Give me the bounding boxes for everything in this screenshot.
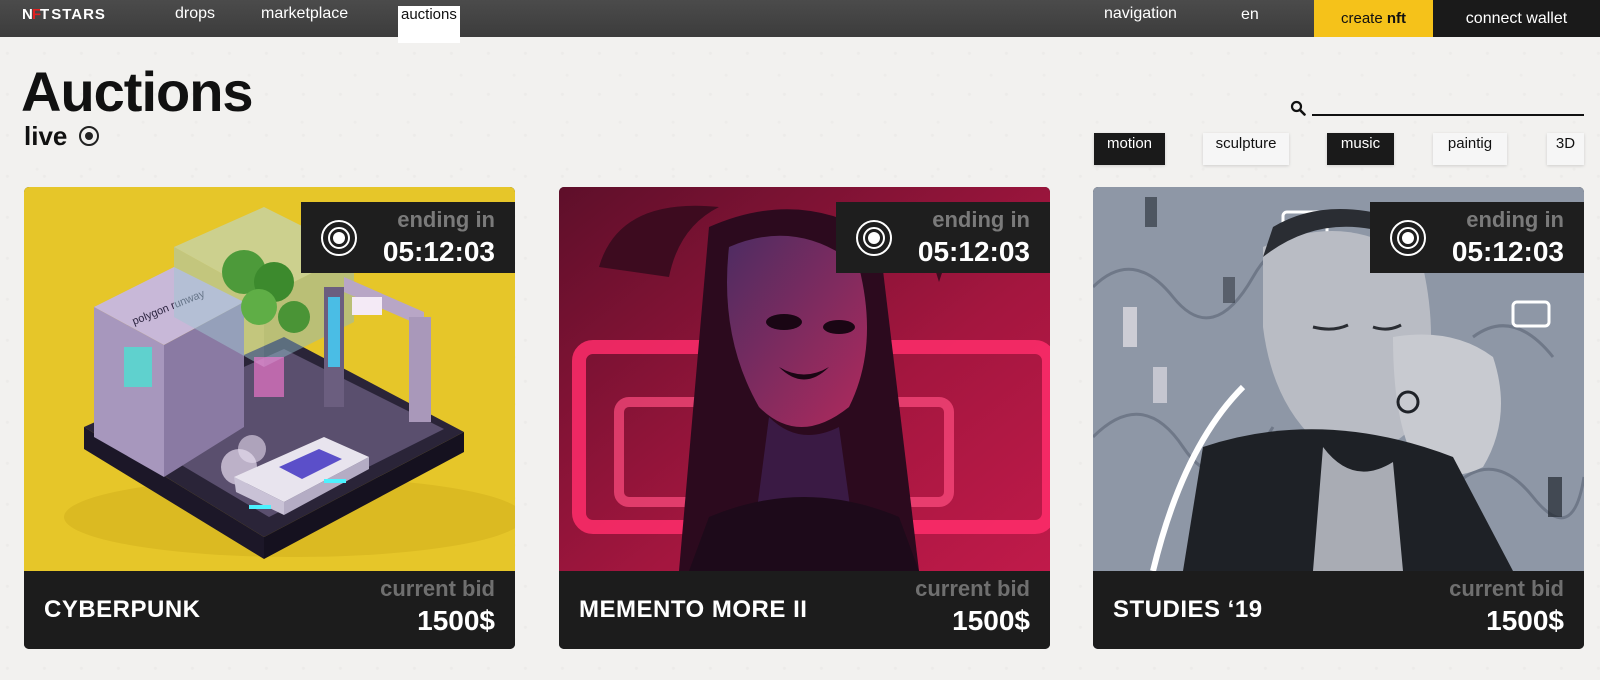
card-title: CYBERPUNK [44,596,201,623]
live-timer-icon [321,220,357,256]
bid-value: 1500$ [952,605,1030,636]
live-timer-icon [856,220,892,256]
auction-card-cyberpunk[interactable]: polygon runway ending in 05:12:03 CYBERP… [24,187,515,649]
nav-link-auctions[interactable]: auctions [398,6,460,43]
card-footer: STUDIES ‘19 current bid 1500$ [1093,571,1584,649]
connect-wallet-button[interactable]: connect wallet [1433,0,1600,37]
timer-value: 05:12:03 [917,236,1030,267]
filter-chip-paintig[interactable]: paintig [1433,133,1507,165]
top-navigation-bar: NFT STARS drops marketplace auctions nav… [0,0,1600,43]
bid-label: current bid [1449,576,1564,601]
bid-label: current bid [915,576,1030,601]
brand-logo[interactable]: NFT STARS [22,4,106,24]
filter-chip-music[interactable]: music [1327,133,1394,165]
timer-value: 05:12:03 [1451,236,1564,267]
timer-box: ending in 05:12:03 [1370,202,1584,273]
create-nft-button[interactable]: create nft [1314,0,1433,37]
auction-card-studies-19[interactable]: ending in 05:12:03 STUDIES ‘19 current b… [1093,187,1584,649]
search-icon[interactable] [1290,100,1306,116]
live-indicator-icon [79,126,100,146]
nav-link-navigation[interactable]: navigation [1104,0,1177,28]
create-nft-bold: nft [1386,9,1407,27]
brand-name: STARS [51,5,106,23]
page-title: Auctions [21,60,254,123]
timer-label: ending in [932,207,1030,232]
create-nft-prefix: create [1340,9,1383,27]
logo-mark-t: T [40,5,49,23]
live-text: live [24,121,68,151]
bid-value: 1500$ [417,605,495,636]
card-title: STUDIES ‘19 [1113,596,1263,623]
logo-mark-n: N [22,5,33,23]
language-selector[interactable]: en [1241,0,1259,30]
timer-box: ending in 05:12:03 [301,202,515,273]
card-title: MEMENTO MORE II [579,596,808,623]
timer-box: ending in 05:12:03 [836,202,1050,273]
card-footer: MEMENTO MORE II current bid 1500$ [559,571,1050,649]
timer-label: ending in [1466,207,1564,232]
filter-chip-motion[interactable]: motion [1094,133,1165,165]
filter-chip-3d[interactable]: 3D [1547,133,1584,165]
auction-card-memento-more-ii[interactable]: ending in 05:12:03 MEMENTO MORE II curre… [559,187,1050,649]
search-input[interactable] [1312,96,1584,116]
nav-link-drops[interactable]: drops [175,0,215,28]
live-label: live [24,121,100,151]
logo-mark: NFT [22,5,49,23]
live-timer-icon [1390,220,1426,256]
card-footer: CYBERPUNK current bid 1500$ [24,571,515,649]
nav-link-marketplace[interactable]: marketplace [261,0,348,28]
timer-value: 05:12:03 [382,236,495,267]
filter-chip-sculpture[interactable]: sculpture [1203,133,1289,165]
bid-label: current bid [380,576,495,601]
logo-mark-f: F [31,5,41,23]
timer-label: ending in [397,207,495,232]
bid-value: 1500$ [1486,605,1564,636]
